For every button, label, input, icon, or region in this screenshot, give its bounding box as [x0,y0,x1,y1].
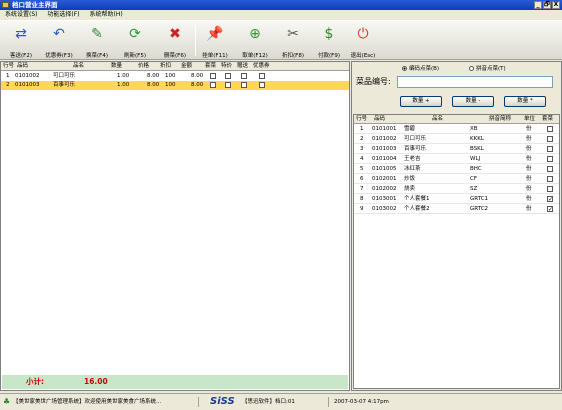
order-table-header: 行号 品码 品名 数量 价格 折扣 金额 套菜 特价 赠送 优惠券 [1,62,349,71]
edit-icon: ✎ [91,26,103,42]
menu-function-select[interactable]: 功能选择(F) [44,10,82,20]
dish-row[interactable]: 3 0101003 百事可乐 BSKL 份 [354,145,559,154]
change-dish-button[interactable]: ✎ 换菜(F4) [80,24,114,59]
dish-row[interactable]: 6 0102001 炒饭 CF 份 [354,175,559,184]
pay-button[interactable]: $ 付款(F9) [312,24,346,59]
set-meal-checkbox[interactable] [547,126,553,132]
app-icon [2,2,9,8]
menu-panel: 编码点菜(B) 拼音点菜(T) 菜品编号: 数量 + 数量 - 数量 * 行号 … [351,61,562,391]
set-meal-checkbox[interactable] [547,146,553,152]
order-row-selected[interactable]: 2 0101003 百事可乐 1.00 8.00 100 8.00 [1,81,349,90]
radio-selected-icon [402,66,407,71]
subtotal-label: 小计: [26,377,44,386]
window-title: 档口营业主界面 [12,1,58,9]
set-meal-checkbox-checked[interactable] [547,195,553,204]
retrieve-order-button[interactable]: ⊕ 取单(F12) [238,24,272,59]
dish-row[interactable]: 4 0101004 王老吉 WLJ 份 [354,155,559,164]
special-price-checkbox[interactable] [225,82,231,88]
minimize-button[interactable]: _ [534,1,542,9]
dish-row[interactable]: 1 0101001 雪碧 XB 份 [354,125,559,134]
set-meal-checkbox[interactable] [547,166,553,172]
status-divider [328,397,329,407]
welcome-message: 【美世家美世广场管理系统】欢迎使用美世家美食广场系统... [13,399,162,405]
toolbar-separator [195,26,196,56]
set-meal-checkbox[interactable] [210,82,216,88]
set-meal-checkbox[interactable] [210,73,216,79]
dish-code-label: 菜品编号: [356,77,391,86]
coupon-checkbox[interactable] [259,82,265,88]
money-bag-icon: $ [324,26,334,42]
close-button[interactable]: X [552,1,560,9]
undo-icon: ↶ [53,26,65,42]
title-bar: 档口营业主界面 _ 🗗 X [0,0,562,10]
qty-plus-button[interactable]: 数量 + [400,96,442,107]
transfer-icon: ⇄ [15,26,27,42]
status-divider [198,397,199,407]
delete-icon: ✖ [169,26,181,42]
dish-row[interactable]: 7 0102002 烧卖 SZ 份 [354,185,559,194]
pin-icon: 📌 [206,26,224,42]
dish-list-table: 行号 品码 品名 拼音简称 单位 套菜 1 0101001 雪碧 XB 份 2 01010… [353,114,560,389]
gift-checkbox[interactable] [241,82,247,88]
subtotal-bar: 小计: 16.00 [2,375,348,389]
restore-button[interactable]: 🗗 [543,1,551,9]
power-icon: ⏻ [357,26,369,42]
refresh-button[interactable]: ⟳ 刷新(F5) [118,24,152,59]
status-bar: ♣ 【美世家美世广场管理系统】欢迎使用美世家美食广场系统... SiSS 【思迅… [0,393,562,409]
company-counter: 【思迅软件】档口:01 [242,399,295,405]
order-entry-section: 编码点菜(B) 拼音点菜(T) 菜品编号: 数量 + 数量 - 数量 * [352,62,561,112]
set-meal-checkbox[interactable] [547,176,553,182]
dish-code-input[interactable] [397,76,553,88]
set-meal-checkbox[interactable] [547,136,553,142]
set-meal-checkbox-checked[interactable] [547,205,553,214]
qty-multiply-button[interactable]: 数量 * [504,96,546,107]
dish-row[interactable]: 8 0103001 个人套餐1 GRTC1 份 [354,195,559,204]
order-panel: 行号 品码 品名 数量 价格 折扣 金额 套菜 特价 赠送 优惠券 1 0101… [0,61,350,391]
refresh-icon: ⟳ [129,26,141,42]
scissors-icon: ✂ [287,26,299,42]
guest-send-button[interactable]: ⇄ 客送(F2) [4,24,38,59]
qty-minus-button[interactable]: 数量 - [452,96,494,107]
dish-table-header: 行号 品码 品名 拼音简称 单位 套菜 [354,115,559,124]
radio-empty-icon [469,66,474,71]
datetime: 2007-03-07 4:17pm [334,399,389,405]
dish-row[interactable]: 9 0103002 个人套餐2 GRTC2 份 [354,205,559,214]
toolbar: ⇄ 客送(F2) ↶ 优惠券(F3) ✎ 换菜(F4) ⟳ 刷新(F5) ✖ 删菜(F6)… [0,20,562,60]
set-meal-checkbox[interactable] [547,186,553,192]
menu-bar: 系统设置(S) 功能选择(F) 系统帮助(H) [0,10,562,20]
exit-button[interactable]: ⏻ 退出(Esc) [346,24,380,59]
coupon-button[interactable]: ↶ 优惠券(F3) [42,24,76,59]
set-meal-checkbox[interactable] [547,156,553,162]
dish-row[interactable]: 5 0101005 冰红茶 BHC 份 [354,165,559,174]
menu-system-settings[interactable]: 系统设置(S) [2,10,41,20]
app-status-icon: ♣ [3,397,11,406]
siss-logo: SiSS [210,396,235,407]
coupon-checkbox[interactable] [259,73,265,79]
code-order-radio[interactable]: 编码点菜(B) [402,65,439,73]
delete-dish-button[interactable]: ✖ 删菜(F6) [158,24,192,59]
menu-system-help[interactable]: 系统帮助(H) [86,10,125,20]
subtotal-value: 16.00 [84,377,108,386]
gift-checkbox[interactable] [241,73,247,79]
special-price-checkbox[interactable] [225,73,231,79]
dish-row[interactable]: 2 0101002 可口可乐 KKKL 份 [354,135,559,144]
pinyin-order-radio[interactable]: 拼音点菜(T) [469,65,506,73]
hold-order-button[interactable]: 📌 挂单(F11) [198,24,232,59]
retrieve-icon: ⊕ [249,26,261,42]
order-row[interactable]: 1 0101002 可口可乐 1.00 8.00 100 8.00 [1,72,349,81]
discount-button[interactable]: ✂ 折扣(F8) [276,24,310,59]
